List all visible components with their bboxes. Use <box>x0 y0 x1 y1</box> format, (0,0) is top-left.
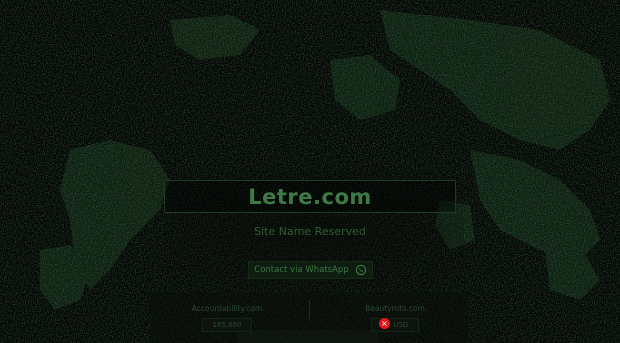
contact-whatsapp-button[interactable]: Contact via WhatsApp <box>248 261 373 279</box>
reserved-status-text: Site Name Reserved <box>254 225 366 238</box>
listing-price: 22 USD <box>370 318 420 332</box>
listing-name: Accountability.com <box>191 304 263 313</box>
domain-title-box: Letre.com <box>164 180 456 213</box>
close-icon[interactable]: × <box>379 318 390 329</box>
listings-divider <box>309 300 310 320</box>
contact-whatsapp-label: Contact via WhatsApp <box>254 265 349 275</box>
listing-item[interactable]: Accountability.com 165,600 <box>172 304 282 332</box>
listing-name: Beautyroto.com <box>365 304 425 313</box>
bottom-strip <box>238 330 378 343</box>
whatsapp-icon <box>355 264 366 276</box>
domain-title: Letre.com <box>248 184 372 209</box>
landing-page: Letre.com Site Name Reserved Contact via… <box>0 0 620 343</box>
listing-item[interactable]: Beautyroto.com 22 USD <box>340 304 450 332</box>
